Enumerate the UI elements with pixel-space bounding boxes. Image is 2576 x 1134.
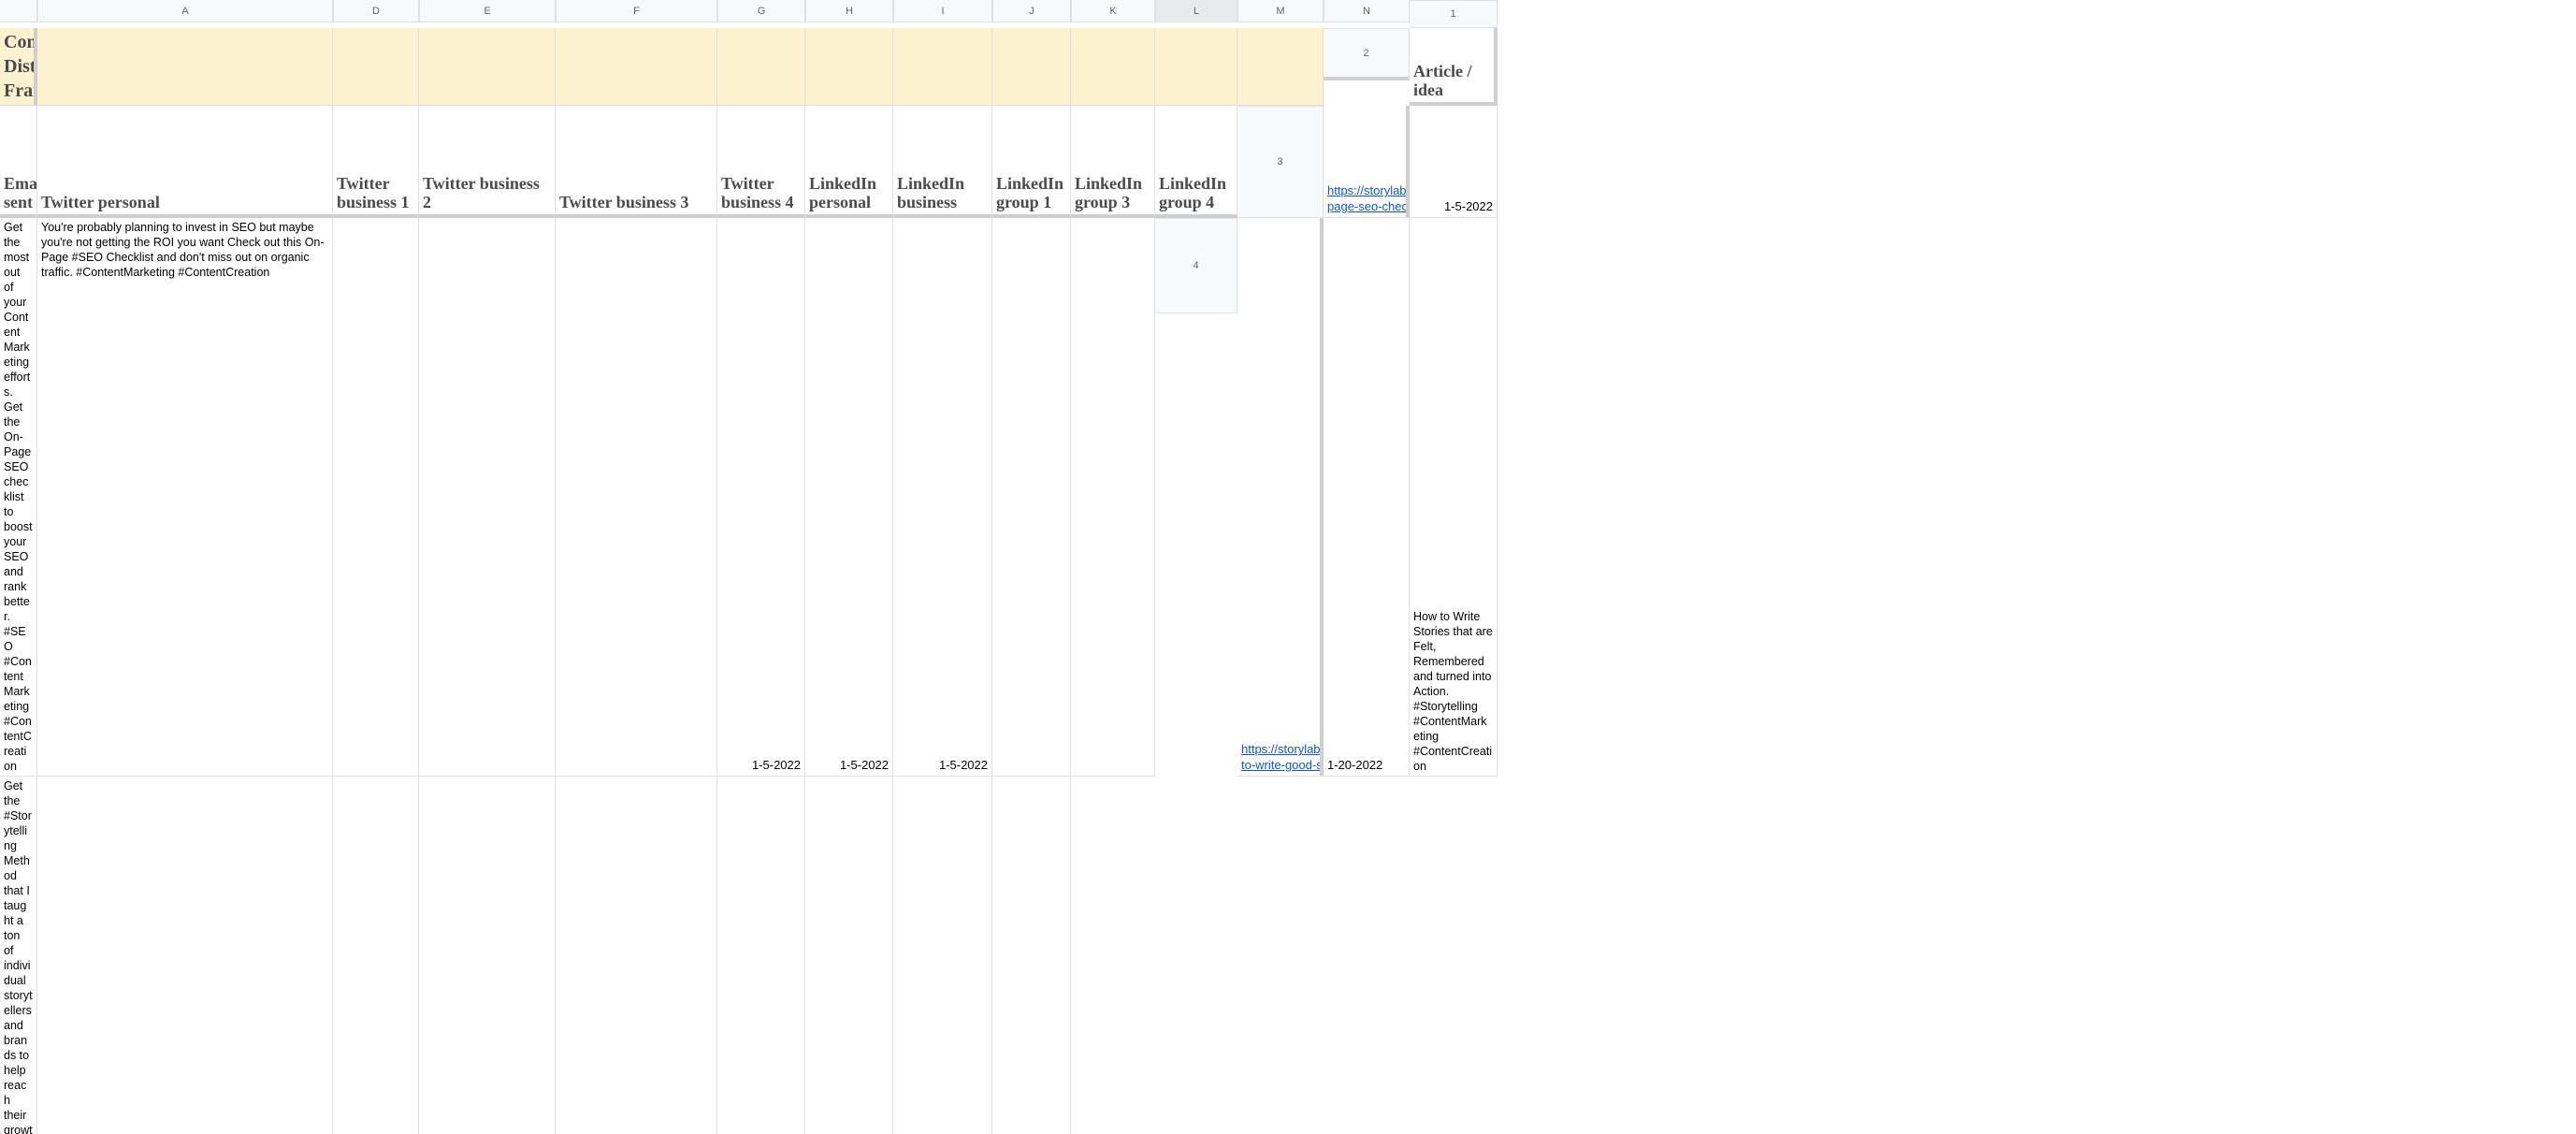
col-header-K[interactable]: K <box>1071 0 1155 22</box>
cell-F4[interactable]: Get the #Storytelling Method that I taug… <box>0 777 37 1134</box>
cell-F1[interactable] <box>419 28 556 106</box>
cell-D2-header[interactable]: Email sent <box>0 106 37 218</box>
cell-A1-title[interactable]: Content Distribution Framework <box>0 28 37 106</box>
cell-G2-header[interactable]: Twitter business 2 <box>419 106 556 218</box>
col-header-H[interactable]: H <box>805 0 893 22</box>
cell-J2-header[interactable]: LinkedIn personal <box>805 106 893 218</box>
article-link[interactable]: https://storylab.ai/on-page-seo-checklis… <box>1327 183 1410 215</box>
cell-N3[interactable] <box>1071 218 1155 777</box>
cell-G4[interactable] <box>37 777 333 1134</box>
col-header-A[interactable]: A <box>37 0 333 22</box>
cell-A3[interactable]: https://storylab.ai/on-page-seo-checklis… <box>1324 106 1410 218</box>
cell-A4[interactable]: https://storylab.ai/how-to-write-good-st… <box>1237 218 1324 777</box>
cell-I4[interactable] <box>419 777 556 1134</box>
cell-K3[interactable]: 1-5-2022 <box>805 218 893 777</box>
cell-K1[interactable] <box>992 28 1071 106</box>
cell-A2-header[interactable]: Article / idea <box>1410 28 1498 106</box>
cell-E3[interactable]: Get the most out of your Content Marketi… <box>0 218 37 777</box>
cell-G3[interactable] <box>333 218 419 777</box>
cell-L1[interactable] <box>1071 28 1155 106</box>
col-header-N[interactable]: N <box>1324 0 1410 22</box>
cell-D4[interactable]: 1-20-2022 <box>1324 218 1410 777</box>
spreadsheet-grid[interactable]: A D E F G H I J K L M N 1 Content Distri… <box>0 0 2576 1134</box>
cell-K4[interactable] <box>717 777 805 1134</box>
col-header-L[interactable]: L <box>1155 0 1237 22</box>
col-header-F[interactable]: F <box>556 0 717 22</box>
row-header-2[interactable]: 2 <box>1324 28 1410 80</box>
cell-L2-header[interactable]: LinkedIn group 1 <box>992 106 1071 218</box>
cell-J4[interactable] <box>556 777 717 1134</box>
select-all-corner[interactable] <box>0 0 37 22</box>
cell-D1[interactable] <box>37 28 333 106</box>
row-header-4[interactable]: 4 <box>1155 218 1237 313</box>
cell-M3[interactable] <box>992 218 1071 777</box>
cell-N1[interactable] <box>1237 28 1324 106</box>
col-header-I[interactable]: I <box>893 0 992 22</box>
cell-H1[interactable] <box>717 28 805 106</box>
cell-text: Get the #Storytelling Method that I taug… <box>4 778 33 1134</box>
cell-L4[interactable] <box>805 777 893 1134</box>
cell-text: How to Write Stories that are Felt, Reme… <box>1413 609 1493 774</box>
cell-N2-header[interactable]: LinkedIn group 4 <box>1155 106 1237 218</box>
cell-F2-header[interactable]: Twitter business 1 <box>333 106 419 218</box>
cell-L3[interactable]: 1-5-2022 <box>893 218 992 777</box>
cell-K2-header[interactable]: LinkedIn business <box>893 106 992 218</box>
col-header-E[interactable]: E <box>419 0 556 22</box>
cell-M4[interactable]: 1-20-2022 <box>893 777 992 1134</box>
cell-E2-header[interactable]: Twitter personal <box>37 106 333 218</box>
cell-E1[interactable] <box>333 28 419 106</box>
row-header-1[interactable]: 1 <box>1410 0 1498 28</box>
cell-I2-header[interactable]: Twitter business 4 <box>717 106 805 218</box>
cell-N4[interactable]: 1-20-2022 <box>992 777 1071 1134</box>
cell-text: Get the most out of your Content Marketi… <box>4 220 33 774</box>
cell-H3[interactable] <box>419 218 556 777</box>
cell-J3[interactable]: 1-5-2022 <box>717 218 805 777</box>
cell-J1[interactable] <box>893 28 992 106</box>
article-link[interactable]: https://storylab.ai/how-to-write-good-st… <box>1241 742 1324 774</box>
col-header-D[interactable]: D <box>333 0 419 22</box>
cell-I3[interactable] <box>556 218 717 777</box>
cell-F3[interactable]: You're probably planning to invest in SE… <box>37 218 333 777</box>
cell-E4[interactable]: How to Write Stories that are Felt, Reme… <box>1410 218 1498 777</box>
cell-G1[interactable] <box>556 28 717 106</box>
cell-M2-header[interactable]: LinkedIn group 3 <box>1071 106 1155 218</box>
col-header-J[interactable]: J <box>992 0 1071 22</box>
cell-D3[interactable]: 1-5-2022 <box>1410 106 1498 218</box>
cell-M1[interactable] <box>1155 28 1237 106</box>
cell-H2-header[interactable]: Twitter business 3 <box>556 106 717 218</box>
col-header-G[interactable]: G <box>717 0 805 22</box>
row-header-3[interactable]: 3 <box>1237 106 1324 218</box>
cell-H4[interactable] <box>333 777 419 1134</box>
cell-I1[interactable] <box>805 28 893 106</box>
col-header-M[interactable]: M <box>1237 0 1324 22</box>
cell-text: You're probably planning to invest in SE… <box>41 220 328 280</box>
